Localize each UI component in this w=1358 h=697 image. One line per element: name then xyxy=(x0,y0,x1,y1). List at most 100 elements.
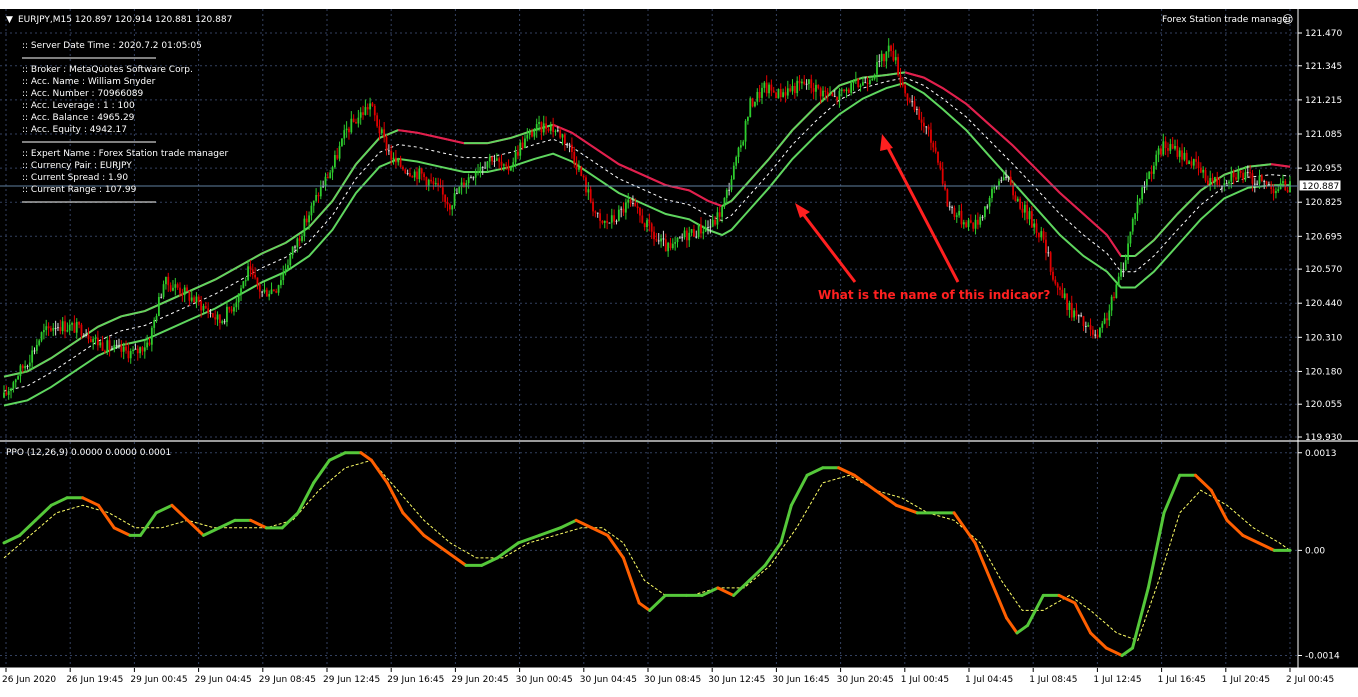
candle-body xyxy=(122,346,125,352)
candle-body xyxy=(969,220,972,223)
candle-body xyxy=(739,145,742,148)
candle-body xyxy=(418,168,421,180)
candle-body xyxy=(779,88,782,97)
candle-body xyxy=(641,215,644,224)
candle-body xyxy=(298,238,301,241)
candle-body xyxy=(132,349,134,352)
candle-body xyxy=(866,82,869,85)
candle-body xyxy=(542,123,545,133)
candle-body xyxy=(819,88,822,97)
candle-body xyxy=(33,350,36,352)
candle-body xyxy=(242,281,245,289)
price-axis-label: 120.825 xyxy=(1305,198,1342,208)
price-axis-label: 121.215 xyxy=(1305,96,1342,106)
candle-body xyxy=(125,346,127,351)
candle-body xyxy=(1014,195,1017,202)
candle-body xyxy=(915,108,918,110)
candle-body xyxy=(57,327,59,329)
candle-body xyxy=(528,131,531,135)
candle-body xyxy=(538,121,540,125)
symbol-menu-arrow[interactable]: ▼ xyxy=(6,15,13,25)
candle-body xyxy=(1087,325,1090,327)
candle-body xyxy=(223,321,226,323)
candle-body xyxy=(7,390,10,395)
candle-body xyxy=(486,161,489,168)
candle-body xyxy=(211,313,214,318)
candle-body xyxy=(333,155,336,168)
candle-body xyxy=(695,236,698,238)
candle-body xyxy=(500,161,503,166)
candle-body xyxy=(913,101,916,110)
candle-body xyxy=(371,103,374,106)
candle-body xyxy=(481,166,484,168)
time-axis-label: 1 Jul 00:45 xyxy=(901,675,949,685)
candle-body xyxy=(1110,296,1113,311)
candle-body xyxy=(1040,231,1043,238)
candle-body xyxy=(1206,180,1209,185)
candle-body xyxy=(1265,181,1268,185)
candle-body xyxy=(1249,172,1252,174)
candle-body xyxy=(545,123,547,130)
info-line: :: Expert Name : Forex Station trade man… xyxy=(22,149,228,159)
candle-body xyxy=(470,177,472,179)
candle-body xyxy=(556,130,559,132)
candle-body xyxy=(28,362,31,367)
candle-body xyxy=(892,50,895,61)
candle-body xyxy=(1174,145,1176,149)
indicator-window-background[interactable] xyxy=(0,442,1298,668)
candle-body xyxy=(627,199,630,203)
candle-body xyxy=(578,167,580,170)
time-axis-label: 29 Jun 16:45 xyxy=(387,675,444,685)
candle-body xyxy=(568,144,571,146)
candle-body xyxy=(932,142,935,148)
candle-body xyxy=(911,101,914,103)
candle-body xyxy=(430,179,433,182)
candle-body xyxy=(657,240,660,242)
candle-body xyxy=(852,80,855,84)
candle-body xyxy=(376,115,379,127)
candle-body xyxy=(291,246,294,256)
candle-body xyxy=(359,112,362,118)
ea-name-label: Forex Station trade manager xyxy=(1162,15,1292,25)
candle-body xyxy=(127,350,130,359)
candle-body xyxy=(988,198,991,207)
candle-body xyxy=(857,79,860,87)
candle-body xyxy=(901,82,904,86)
candle-body xyxy=(592,201,594,212)
candle-body xyxy=(387,150,390,152)
candle-body xyxy=(1188,161,1190,165)
candle-body xyxy=(941,168,944,184)
ea-smiley-icon[interactable]: ☺ xyxy=(1282,13,1293,26)
candle-body xyxy=(310,205,313,216)
candle-body xyxy=(181,293,184,296)
candle-body xyxy=(71,323,73,325)
candle-body xyxy=(723,197,726,207)
candle-body xyxy=(101,342,104,351)
candle-body xyxy=(1099,327,1101,338)
candle-body xyxy=(1183,152,1186,160)
candle-body xyxy=(1171,144,1174,149)
candle-body xyxy=(38,340,41,345)
price-axis-label: 121.470 xyxy=(1305,29,1342,39)
price-axis-label: 120.055 xyxy=(1305,400,1342,410)
candle-body xyxy=(972,222,975,229)
candle-body xyxy=(42,330,45,333)
candle-body xyxy=(456,193,458,195)
candle-body xyxy=(822,90,824,97)
candle-body xyxy=(172,287,174,291)
candle-body xyxy=(610,215,613,223)
candle-body xyxy=(423,173,425,178)
candle-body xyxy=(355,121,357,124)
candle-body xyxy=(427,179,430,186)
candle-body xyxy=(446,202,449,205)
candle-body xyxy=(808,79,810,85)
candle-body xyxy=(1082,316,1085,326)
chart-canvas[interactable]: 121.470 121.345 121.215 121.085 120.955 120.8… xyxy=(0,0,1358,697)
candle-body xyxy=(493,160,496,162)
candle-body xyxy=(1148,171,1151,179)
candle-body xyxy=(218,314,221,323)
candle-body xyxy=(711,219,714,227)
candle-body xyxy=(554,130,557,132)
candle-body xyxy=(308,215,310,223)
time-axis: 26 Jun 2020 26 Jun 19:45 29 Jun 00:45 29 Ju… xyxy=(2,668,1334,685)
